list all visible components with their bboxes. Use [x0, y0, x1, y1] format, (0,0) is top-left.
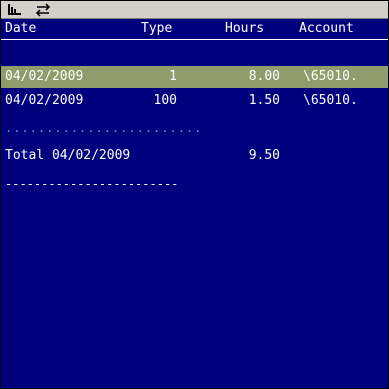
- swap-button[interactable]: [32, 2, 54, 18]
- cell-date: 04/02/2009: [5, 69, 84, 84]
- timesheet-window: Date Type Hours Account 04/02/2009 1 8.0…: [0, 0, 389, 389]
- cell-hours: 8.00: [248, 69, 280, 84]
- header-hours[interactable]: Hours: [225, 19, 289, 39]
- swap-arrows-icon: [35, 3, 51, 17]
- header-date[interactable]: Date: [5, 19, 115, 39]
- total-label: Total 04/02/2009: [5, 148, 131, 163]
- table-header: Date Type Hours Account: [1, 19, 388, 40]
- cell-type: 100: [153, 93, 177, 108]
- chart-button[interactable]: [4, 2, 26, 18]
- total-hours: 9.50: [248, 148, 280, 163]
- table-row[interactable]: 04/02/2009 100 1.50 \65010.: [1, 90, 388, 112]
- header-type[interactable]: Type: [141, 19, 211, 39]
- table-row-selected[interactable]: 04/02/2009 1 8.00 \65010.: [1, 66, 388, 88]
- cell-hours: 1.50: [248, 93, 280, 108]
- header-account[interactable]: Account: [299, 19, 385, 39]
- chart-icon: [8, 4, 21, 15]
- cell-account: \65010.: [303, 93, 358, 108]
- cell-account: \65010.: [303, 69, 358, 84]
- total-underline: ------------------------: [5, 177, 179, 191]
- toolbar: [1, 1, 388, 19]
- dotted-separator: ........................: [5, 121, 203, 135]
- cell-type: 1: [169, 69, 177, 84]
- total-row: Total 04/02/2009 9.50: [1, 145, 388, 167]
- cell-date: 04/02/2009: [5, 93, 84, 108]
